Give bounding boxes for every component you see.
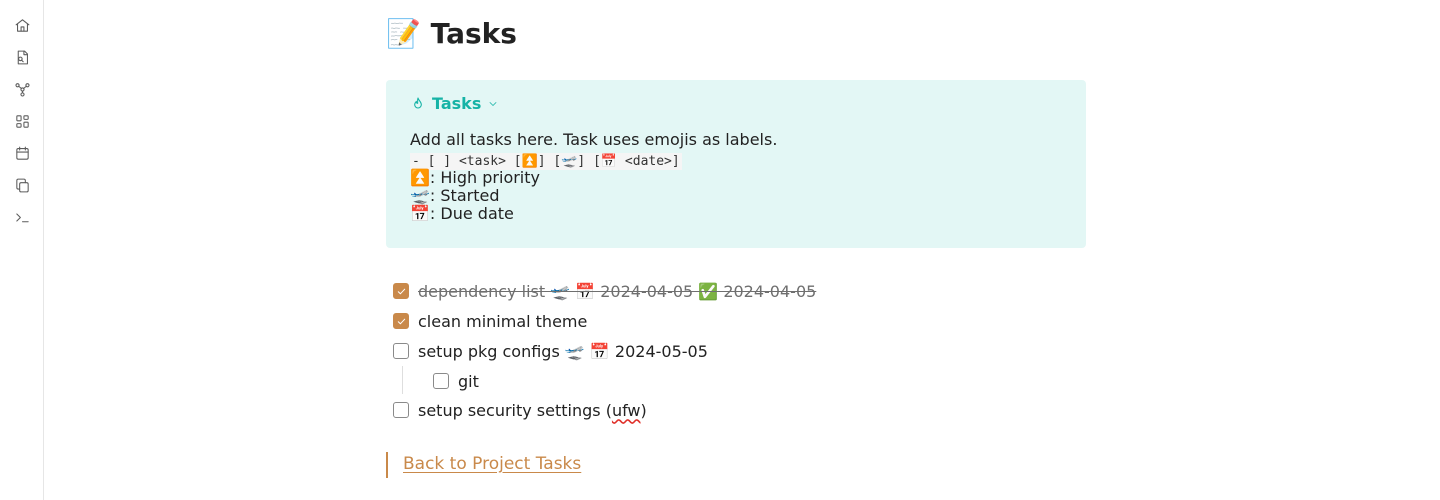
task-text: clean minimal theme (418, 311, 588, 331)
calendar-icon[interactable] (11, 142, 33, 164)
callout-header[interactable]: Tasks (410, 93, 499, 115)
legend-due-date: 📅: Due date (410, 204, 514, 223)
chevron-down-icon[interactable] (487, 98, 499, 110)
task-checkbox[interactable] (433, 373, 449, 389)
link-accent-bar (386, 452, 388, 478)
task-item: setup pkg configs 🛫 📅 2024-05-05 (393, 339, 708, 363)
task-text: dependency list 🛫 📅 2024-04-05 ✅ 2024-04… (418, 281, 817, 301)
started-emoji: 🛫 (410, 186, 430, 205)
layout-grid-icon[interactable] (11, 110, 33, 132)
flame-icon (414, 97, 422, 109)
task-checkbox[interactable] (393, 283, 409, 299)
due-date-emoji: 📅 (410, 204, 430, 223)
legend-started: 🛫: Started (410, 186, 500, 205)
back-to-project-tasks-link[interactable]: Back to Project Tasks (403, 454, 581, 474)
task-checkbox[interactable] (393, 343, 409, 359)
graph-icon[interactable] (11, 78, 33, 100)
task-item: setup security settings (ufw) (393, 398, 647, 422)
legend-high-priority: ⏫: High priority (410, 168, 540, 187)
task-item: clean minimal theme (393, 309, 587, 333)
task-checkbox[interactable] (393, 313, 409, 329)
terminal-icon[interactable] (11, 206, 33, 228)
callout-body: Add all tasks here. Task uses emojis as … (410, 129, 777, 223)
task-text: setup pkg configs 🛫 📅 2024-05-05 (418, 341, 708, 361)
indent-guide (402, 366, 403, 394)
callout-description: Add all tasks here. Task uses emojis as … (410, 130, 778, 149)
page-title-text: Tasks (430, 17, 517, 50)
page-title: 📝 Tasks (386, 14, 517, 54)
task-item: dependency list 🛫 📅 2024-04-05 ✅ 2024-04… (393, 279, 816, 303)
left-ribbon (0, 0, 44, 500)
memo-emoji: 📝 (386, 17, 421, 50)
tasks-callout: Tasks Add all tasks here. Task uses emoj… (386, 80, 1086, 248)
high-priority-emoji: ⏫ (410, 168, 430, 187)
task-text: setup security settings (ufw) (418, 400, 647, 420)
subtask-item: git (433, 369, 479, 393)
copy-icon[interactable] (11, 174, 33, 196)
task-text: git (458, 371, 479, 391)
task-checkbox[interactable] (393, 402, 409, 418)
home-icon[interactable] (11, 14, 33, 36)
callout-title: Tasks (432, 94, 482, 113)
file-search-icon[interactable] (11, 46, 33, 68)
spellcheck-flagged-word[interactable]: ufw (612, 401, 641, 420)
